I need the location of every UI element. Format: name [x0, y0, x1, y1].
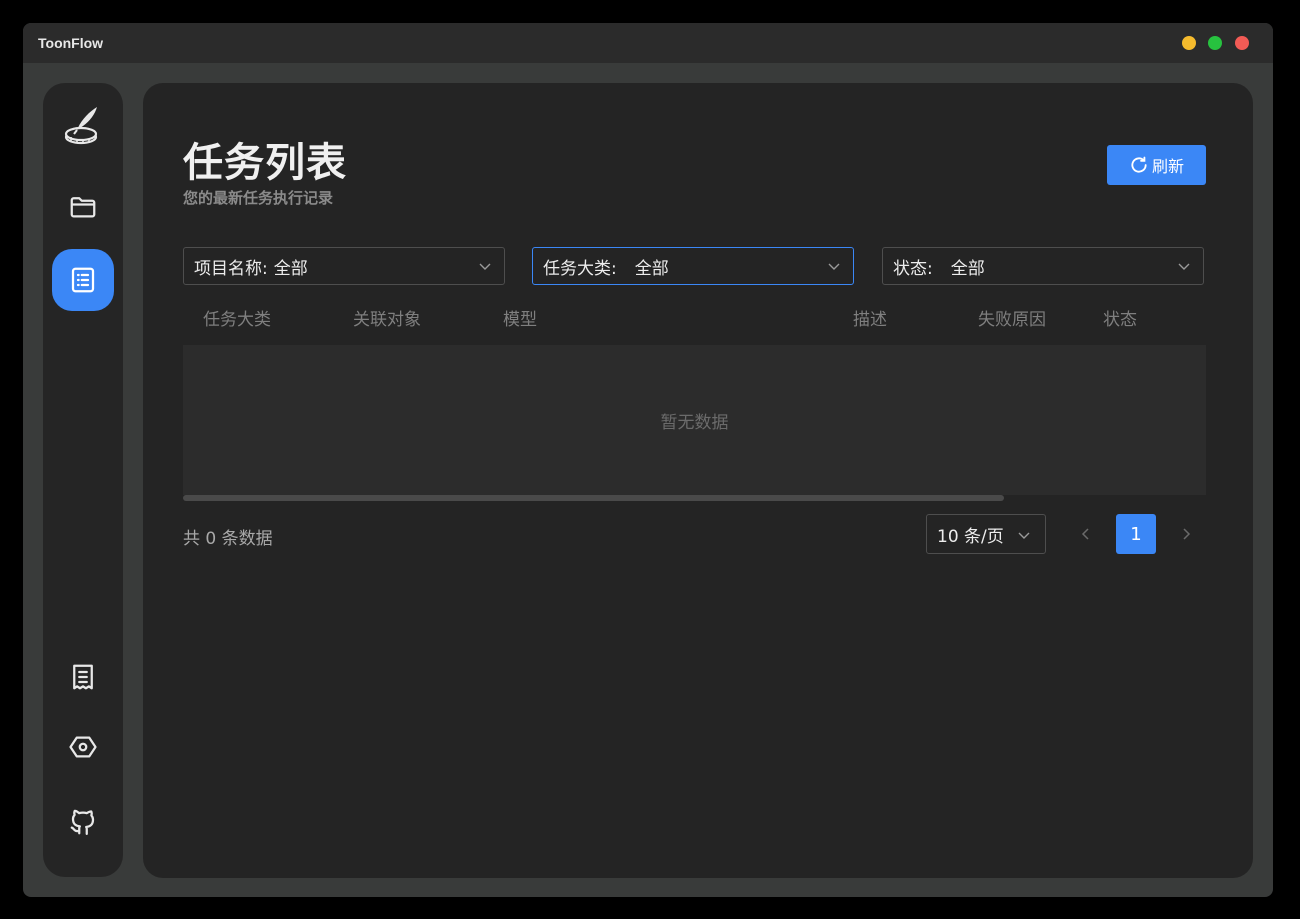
refresh-button-label: 刷新 [1151, 157, 1184, 176]
sidebar [43, 83, 123, 877]
page-size-value: 10 条/页 [937, 526, 1004, 547]
project-filter-select[interactable]: 项目名称: 全部 [183, 247, 505, 285]
status-filter-select[interactable]: 状态: 全部 [882, 247, 1204, 285]
column-header-task-category[interactable]: 任务大类 [203, 305, 271, 330]
table-header: 任务大类 关联对象 模型 描述 失败原因 状态 [183, 301, 1206, 345]
task-category-filter-label: 任务大类: [543, 258, 617, 279]
refresh-icon [1131, 156, 1147, 173]
column-header-failure-reason[interactable]: 失败原因 [978, 305, 1046, 330]
refresh-button[interactable]: 刷新 [1107, 145, 1206, 185]
status-filter-label: 状态: [893, 258, 933, 279]
sidebar-item-tasks[interactable] [52, 249, 114, 311]
page-size-select[interactable]: 10 条/页 [926, 514, 1046, 554]
main-panel: 任务列表 您的最新任务执行记录 刷新 项目名称: 全部 任务大类: 全部 状态:… [143, 83, 1253, 878]
chevron-down-icon [1178, 263, 1190, 270]
column-header-model[interactable]: 模型 [503, 305, 537, 330]
sidebar-item-logs[interactable] [52, 646, 114, 708]
task-list-icon [71, 267, 95, 293]
close-button[interactable] [1235, 36, 1249, 50]
chevron-down-icon [828, 263, 840, 270]
column-header-related-object[interactable]: 关联对象 [353, 305, 421, 330]
sidebar-item-projects[interactable] [52, 176, 114, 238]
maximize-button[interactable] [1208, 36, 1222, 50]
chevron-left-icon [1081, 528, 1089, 540]
title-bar: ToonFlow [23, 23, 1273, 63]
chevron-right-icon [1183, 528, 1191, 540]
column-header-description[interactable]: 描述 [853, 305, 887, 330]
horizontal-scrollbar[interactable] [183, 495, 1004, 501]
prev-page-button[interactable] [1076, 524, 1096, 544]
empty-state-text: 暂无数据 [660, 412, 729, 433]
page-subtitle: 您的最新任务执行记录 [183, 189, 334, 207]
task-category-filter-value: 全部 [634, 258, 669, 279]
chevron-down-icon [1018, 532, 1030, 539]
status-filter-value: 全部 [950, 258, 985, 279]
sidebar-item-settings[interactable] [52, 716, 114, 778]
sidebar-item-home[interactable] [52, 95, 114, 157]
page-number-button[interactable]: 1 [1116, 514, 1156, 554]
total-count: 共 0 条数据 [183, 529, 273, 549]
folder-icon [70, 197, 96, 218]
minimize-button[interactable] [1182, 36, 1196, 50]
page-title: 任务列表 [183, 140, 347, 186]
task-category-filter-select[interactable]: 任务大类: 全部 [532, 247, 854, 285]
next-page-button[interactable] [1176, 524, 1196, 544]
chevron-down-icon [479, 263, 491, 270]
table-body: 暂无数据 [183, 345, 1206, 495]
column-header-status[interactable]: 状态 [1103, 305, 1137, 330]
project-filter-value: 全部 [273, 258, 308, 279]
receipt-icon [73, 664, 93, 690]
sidebar-item-github[interactable] [52, 791, 114, 853]
pen-logo-icon [64, 107, 98, 145]
app-title: ToonFlow [38, 35, 104, 51]
app-window: ToonFlow 任务列表 您的最新任务执行记录 刷新 项目名称: 全部 任务大… [23, 23, 1273, 897]
github-icon [70, 809, 95, 835]
settings-hexagon-icon [69, 736, 97, 758]
project-filter-label: 项目名称: [194, 258, 268, 279]
